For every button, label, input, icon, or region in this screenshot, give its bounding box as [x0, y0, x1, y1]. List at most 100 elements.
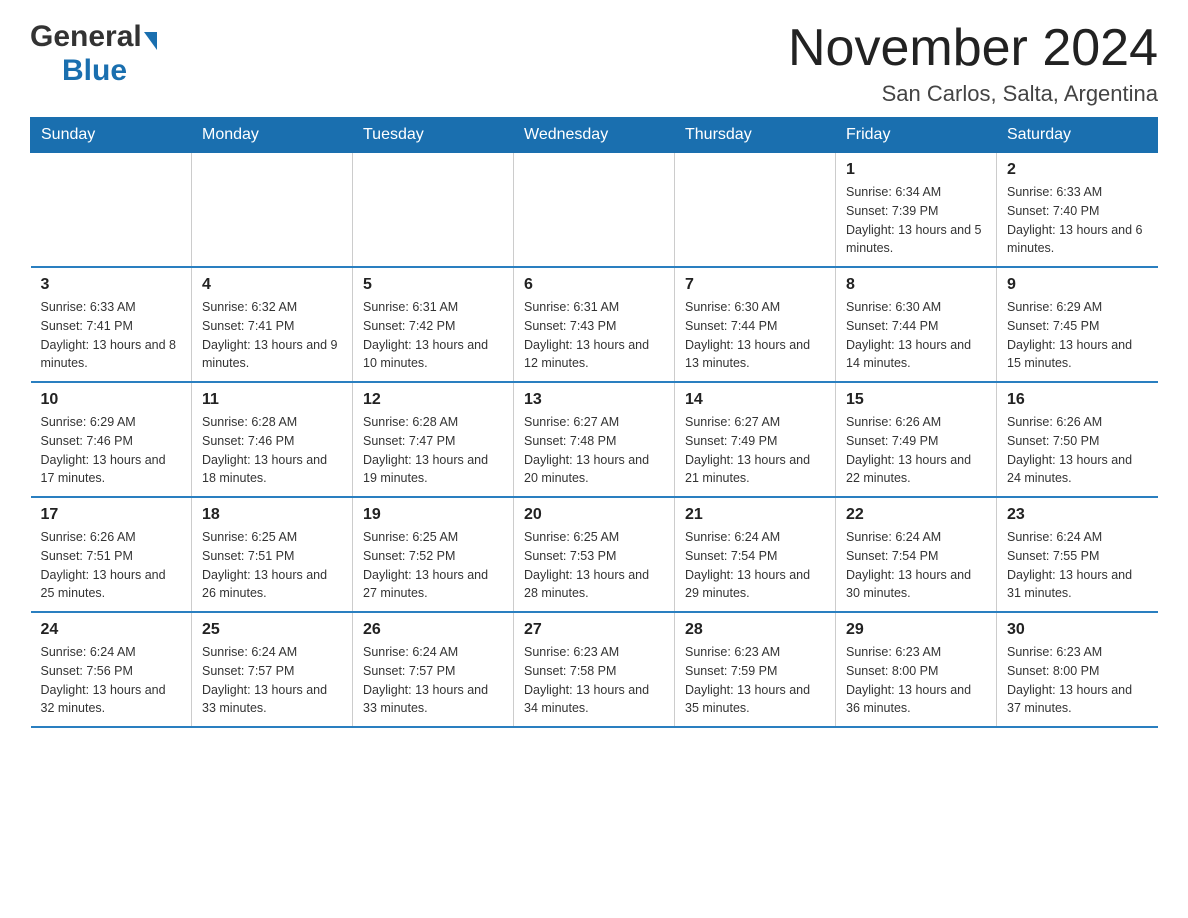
day-info: Sunrise: 6:33 AMSunset: 7:40 PMDaylight:…: [1007, 183, 1148, 258]
calendar-cell: 21 Sunrise: 6:24 AMSunset: 7:54 PMDayligh…: [675, 497, 836, 612]
day-info: Sunrise: 6:33 AMSunset: 7:41 PMDaylight:…: [41, 298, 182, 373]
calendar-header-friday: Friday: [836, 118, 997, 153]
calendar-cell: 14Sunrise: 6:27 AMSunset: 7:49 PMDayligh…: [675, 382, 836, 497]
calendar-header-thursday: Thursday: [675, 118, 836, 153]
day-number: 17: [41, 506, 182, 524]
day-number: 27: [524, 621, 664, 639]
logo-general-text: General: [30, 20, 142, 54]
day-info: Sunrise: 6:23 AMSunset: 8:00 PMDaylight:…: [846, 643, 986, 718]
calendar-week-row: 3 Sunrise: 6:33 AMSunset: 7:41 PMDaylight…: [31, 267, 1158, 382]
day-info: Sunrise: 6:26 AMSunset: 7:49 PMDaylight:…: [846, 413, 986, 488]
day-number: 1: [846, 161, 986, 179]
day-number: 16: [1007, 391, 1148, 409]
calendar-cell: 24Sunrise: 6:24 AMSunset: 7:56 PMDayligh…: [31, 612, 192, 727]
day-info: Sunrise: 6:31 AMSunset: 7:42 PMDaylight:…: [363, 298, 503, 373]
calendar-cell: 28 Sunrise: 6:23 AMSunset: 7:59 PMDayligh…: [675, 612, 836, 727]
day-info: Sunrise: 6:24 AMSunset: 7:57 PMDaylight:…: [363, 643, 503, 718]
day-number: 28: [685, 621, 825, 639]
day-number: 25: [202, 621, 342, 639]
calendar-week-row: 24Sunrise: 6:24 AMSunset: 7:56 PMDayligh…: [31, 612, 1158, 727]
day-number: 3: [41, 276, 182, 294]
day-info: Sunrise: 6:30 AMSunset: 7:44 PMDaylight:…: [685, 298, 825, 373]
day-info: Sunrise: 6:30 AMSunset: 7:44 PMDaylight:…: [846, 298, 986, 373]
calendar-cell: 1 Sunrise: 6:34 AMSunset: 7:39 PMDaylight…: [836, 153, 997, 268]
day-number: 6: [524, 276, 664, 294]
location-subtitle: San Carlos, Salta, Argentina: [788, 81, 1158, 107]
day-number: 15: [846, 391, 986, 409]
calendar-week-row: 17Sunrise: 6:26 AMSunset: 7:51 PMDayligh…: [31, 497, 1158, 612]
day-info: Sunrise: 6:25 AMSunset: 7:52 PMDaylight:…: [363, 528, 503, 603]
calendar-cell: 2 Sunrise: 6:33 AMSunset: 7:40 PMDaylight…: [997, 153, 1158, 268]
calendar-header-saturday: Saturday: [997, 118, 1158, 153]
calendar-cell: 12 Sunrise: 6:28 AMSunset: 7:47 PMDayligh…: [353, 382, 514, 497]
day-number: 19: [363, 506, 503, 524]
logo: General Blue: [30, 20, 157, 88]
calendar-cell: [353, 153, 514, 268]
day-number: 4: [202, 276, 342, 294]
calendar-cell: 26 Sunrise: 6:24 AMSunset: 7:57 PMDayligh…: [353, 612, 514, 727]
day-info: Sunrise: 6:25 AMSunset: 7:51 PMDaylight:…: [202, 528, 342, 603]
calendar-cell: 22 Sunrise: 6:24 AMSunset: 7:54 PMDayligh…: [836, 497, 997, 612]
day-number: 8: [846, 276, 986, 294]
calendar-cell: 7 Sunrise: 6:30 AMSunset: 7:44 PMDaylight…: [675, 267, 836, 382]
calendar-cell: [192, 153, 353, 268]
day-number: 7: [685, 276, 825, 294]
calendar-week-row: 1 Sunrise: 6:34 AMSunset: 7:39 PMDaylight…: [31, 153, 1158, 268]
calendar-header-wednesday: Wednesday: [514, 118, 675, 153]
calendar-cell: 20 Sunrise: 6:25 AMSunset: 7:53 PMDayligh…: [514, 497, 675, 612]
day-number: 29: [846, 621, 986, 639]
day-number: 12: [363, 391, 503, 409]
day-info: Sunrise: 6:26 AMSunset: 7:50 PMDaylight:…: [1007, 413, 1148, 488]
calendar-cell: 8 Sunrise: 6:30 AMSunset: 7:44 PMDaylight…: [836, 267, 997, 382]
calendar-cell: [514, 153, 675, 268]
day-info: Sunrise: 6:28 AMSunset: 7:47 PMDaylight:…: [363, 413, 503, 488]
calendar-cell: 25 Sunrise: 6:24 AMSunset: 7:57 PMDayligh…: [192, 612, 353, 727]
day-info: Sunrise: 6:29 AMSunset: 7:45 PMDaylight:…: [1007, 298, 1148, 373]
day-info: Sunrise: 6:24 AMSunset: 7:57 PMDaylight:…: [202, 643, 342, 718]
calendar-cell: 23 Sunrise: 6:24 AMSunset: 7:55 PMDayligh…: [997, 497, 1158, 612]
day-info: Sunrise: 6:24 AMSunset: 7:54 PMDaylight:…: [685, 528, 825, 603]
day-number: 26: [363, 621, 503, 639]
calendar-cell: 11 Sunrise: 6:28 AMSunset: 7:46 PMDayligh…: [192, 382, 353, 497]
calendar-cell: 19 Sunrise: 6:25 AMSunset: 7:52 PMDayligh…: [353, 497, 514, 612]
logo-blue-text: Blue: [62, 54, 127, 87]
day-info: Sunrise: 6:25 AMSunset: 7:53 PMDaylight:…: [524, 528, 664, 603]
calendar-cell: 3 Sunrise: 6:33 AMSunset: 7:41 PMDaylight…: [31, 267, 192, 382]
day-number: 21: [685, 506, 825, 524]
day-number: 13: [524, 391, 664, 409]
calendar-week-row: 10Sunrise: 6:29 AMSunset: 7:46 PMDayligh…: [31, 382, 1158, 497]
calendar-cell: 27Sunrise: 6:23 AMSunset: 7:58 PMDayligh…: [514, 612, 675, 727]
calendar-cell: 16 Sunrise: 6:26 AMSunset: 7:50 PMDayligh…: [997, 382, 1158, 497]
day-info: Sunrise: 6:23 AMSunset: 7:59 PMDaylight:…: [685, 643, 825, 718]
day-info: Sunrise: 6:34 AMSunset: 7:39 PMDaylight:…: [846, 183, 986, 258]
day-number: 11: [202, 391, 342, 409]
day-info: Sunrise: 6:28 AMSunset: 7:46 PMDaylight:…: [202, 413, 342, 488]
calendar-cell: 15 Sunrise: 6:26 AMSunset: 7:49 PMDayligh…: [836, 382, 997, 497]
day-number: 30: [1007, 621, 1148, 639]
day-number: 2: [1007, 161, 1148, 179]
day-number: 5: [363, 276, 503, 294]
calendar-cell: 5 Sunrise: 6:31 AMSunset: 7:42 PMDaylight…: [353, 267, 514, 382]
calendar-cell: 17Sunrise: 6:26 AMSunset: 7:51 PMDayligh…: [31, 497, 192, 612]
logo-triangle-icon: [144, 32, 157, 50]
day-number: 20: [524, 506, 664, 524]
calendar-cell: 4 Sunrise: 6:32 AMSunset: 7:41 PMDaylight…: [192, 267, 353, 382]
day-number: 22: [846, 506, 986, 524]
day-info: Sunrise: 6:24 AMSunset: 7:56 PMDaylight:…: [41, 643, 182, 718]
title-block: November 2024 San Carlos, Salta, Argenti…: [788, 20, 1158, 107]
day-info: Sunrise: 6:32 AMSunset: 7:41 PMDaylight:…: [202, 298, 342, 373]
day-info: Sunrise: 6:29 AMSunset: 7:46 PMDaylight:…: [41, 413, 182, 488]
calendar-header-tuesday: Tuesday: [353, 118, 514, 153]
day-number: 9: [1007, 276, 1148, 294]
calendar-cell: 6 Sunrise: 6:31 AMSunset: 7:43 PMDaylight…: [514, 267, 675, 382]
day-info: Sunrise: 6:31 AMSunset: 7:43 PMDaylight:…: [524, 298, 664, 373]
day-info: Sunrise: 6:24 AMSunset: 7:55 PMDaylight:…: [1007, 528, 1148, 603]
calendar-cell: 13 Sunrise: 6:27 AMSunset: 7:48 PMDayligh…: [514, 382, 675, 497]
calendar-cell: [675, 153, 836, 268]
day-info: Sunrise: 6:27 AMSunset: 7:48 PMDaylight:…: [524, 413, 664, 488]
day-number: 23: [1007, 506, 1148, 524]
day-info: Sunrise: 6:24 AMSunset: 7:54 PMDaylight:…: [846, 528, 986, 603]
calendar-cell: 10Sunrise: 6:29 AMSunset: 7:46 PMDayligh…: [31, 382, 192, 497]
calendar-cell: 29 Sunrise: 6:23 AMSunset: 8:00 PMDayligh…: [836, 612, 997, 727]
calendar-cell: [31, 153, 192, 268]
